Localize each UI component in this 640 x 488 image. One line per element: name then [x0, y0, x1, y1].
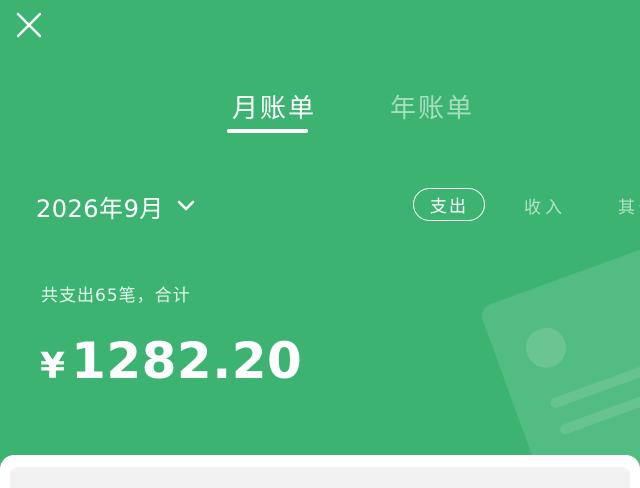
filter-other-chip[interactable]: 其他	[618, 193, 640, 218]
filter-income-chip[interactable]: 收入	[524, 193, 566, 218]
total-amount: ¥ 1282.20	[40, 332, 302, 390]
close-icon	[16, 12, 42, 38]
close-button[interactable]	[14, 10, 44, 40]
bill-list-sheet	[0, 455, 640, 488]
tab-monthly-bill[interactable]: 月账单	[232, 88, 316, 125]
currency-symbol: ¥	[40, 346, 66, 387]
filter-expense-label: 支出	[430, 197, 468, 217]
amount-value: 1282.20	[71, 332, 303, 390]
month-label: 2026年9月	[36, 194, 164, 223]
bill-illustration-icon	[481, 246, 640, 470]
chevron-down-icon	[177, 200, 195, 211]
filter-expense-chip[interactable]: 支出	[413, 188, 485, 221]
list-item[interactable]	[10, 467, 630, 488]
monthly-bill-screen: 月账单 年账单 2026年9月 支出 收入 其他 共支出65笔，合计 ¥ 128…	[0, 0, 640, 488]
month-selector[interactable]: 2026年9月	[36, 186, 196, 226]
tab-yearly-bill[interactable]: 年账单	[390, 88, 474, 125]
summary-caption: 共支出65笔，合计	[41, 286, 191, 306]
active-tab-indicator	[227, 129, 308, 133]
